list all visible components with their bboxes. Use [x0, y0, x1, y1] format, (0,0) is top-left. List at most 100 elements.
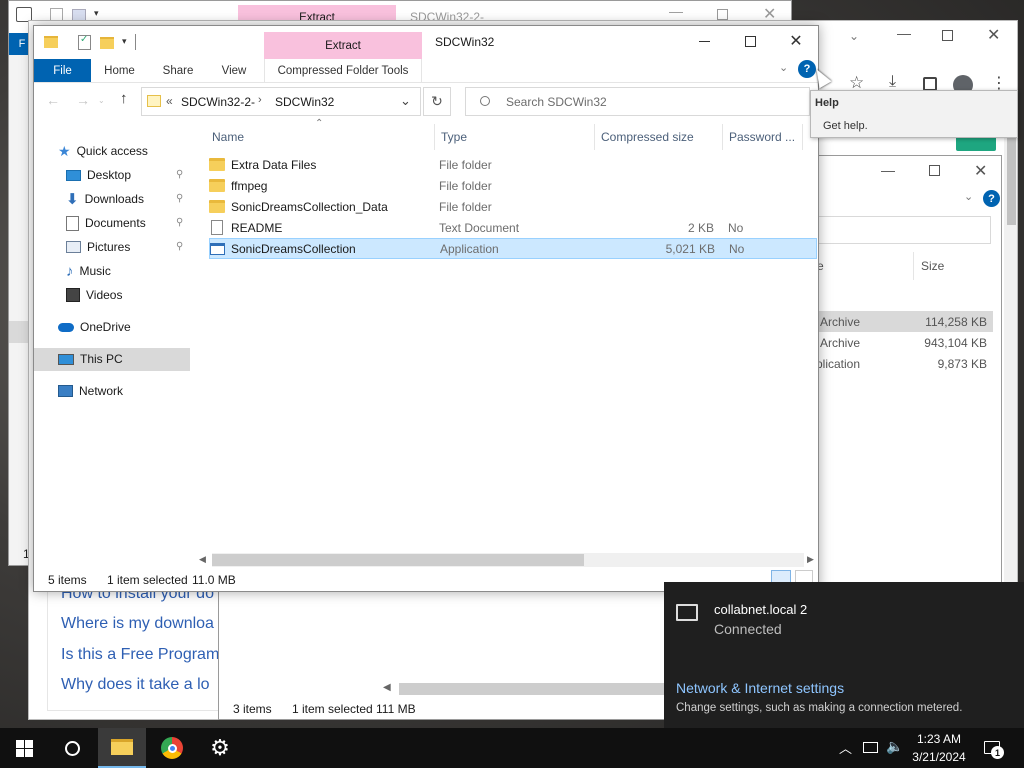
column-divider [434, 124, 435, 150]
settings-taskbar-button[interactable]: ⚙ [196, 728, 244, 768]
network-settings-link[interactable]: Network & Internet settings [676, 680, 844, 696]
nav-label: Quick access [76, 144, 148, 158]
ribbon-tab-share[interactable]: Share [148, 59, 208, 82]
nav-downloads[interactable]: ⬇ Downloads [66, 188, 144, 210]
start-button[interactable] [0, 728, 48, 768]
breadcrumb-sdcwin32[interactable]: SDCWin32 [275, 95, 334, 109]
network-tray-icon[interactable] [863, 742, 878, 753]
pin-icon[interactable]: ⚲ [176, 169, 183, 180]
nav-documents[interactable]: Documents [66, 212, 146, 234]
show-hidden-icons-chevron-icon[interactable]: ︿ [839, 738, 852, 757]
back-maximize-button[interactable] [717, 9, 728, 20]
right-row-3-size: 9,873 KB [937, 357, 987, 371]
horizontal-scrollbar-track[interactable] [212, 553, 804, 567]
customize-toolbar-icon[interactable]: ▾ [122, 36, 127, 47]
breadcrumb-sdcwin32-2[interactable]: SDCWin32-2- [181, 95, 255, 109]
back-minimize-button[interactable]: — [669, 3, 683, 19]
scroll-left-button[interactable]: ◀ [199, 554, 206, 565]
side-panel-icon[interactable] [923, 77, 937, 91]
nav-desktop[interactable]: Desktop [66, 164, 131, 186]
right-close-button[interactable]: ✕ [974, 161, 987, 181]
ribbon-tab-home[interactable]: Home [91, 59, 148, 82]
ribbon-expand-chevron-icon[interactable]: ⌄ [779, 61, 788, 74]
scroll-right-button[interactable]: ▶ [807, 554, 814, 565]
folder-icon [209, 179, 225, 192]
breadcrumb-separator-icon[interactable]: › [258, 94, 262, 106]
clock-time[interactable]: 1:23 AM [910, 732, 968, 746]
right-hscrollbar[interactable] [399, 683, 669, 695]
right-row-1-type: Archive [820, 315, 861, 329]
faq-link-free[interactable]: Is this a Free Program [61, 646, 219, 664]
pin-icon[interactable]: ⚲ [176, 241, 183, 252]
address-dropdown-icon[interactable]: ⌄ [400, 93, 411, 109]
nav-music[interactable]: ♪ Music [66, 260, 111, 282]
maximize-button[interactable] [727, 26, 773, 56]
nav-onedrive[interactable]: OneDrive [58, 316, 131, 338]
horizontal-scrollbar-thumb[interactable] [212, 554, 584, 566]
right-help-icon[interactable]: ? [983, 190, 1000, 207]
right-scroll-left-icon[interactable]: ◀ [383, 682, 391, 693]
file-explorer-taskbar-button[interactable] [98, 728, 146, 768]
minimize-button[interactable] [681, 26, 727, 56]
file-row-readme[interactable]: README Text Document 2 KB No [209, 217, 817, 238]
file-password: No [729, 241, 745, 256]
back-button[interactable]: ← [46, 92, 60, 108]
pin-icon[interactable]: ⚲ [176, 217, 183, 228]
close-button[interactable]: ✕ [773, 26, 818, 56]
right-status-items: 3 items [233, 702, 272, 716]
up-button[interactable]: ↑ [120, 90, 128, 107]
column-header-compressed-size[interactable]: Compressed size [601, 130, 694, 144]
column-header-name[interactable]: Name [212, 130, 244, 144]
nav-this-pc[interactable]: This PC [58, 348, 123, 370]
ribbon-tab-compressed-folder-tools[interactable]: Compressed Folder Tools [264, 59, 422, 82]
ribbon-tab-view[interactable]: View [208, 59, 260, 82]
pin-icon[interactable]: ⚲ [176, 193, 183, 204]
clock-date[interactable]: 3/21/2024 [906, 750, 972, 764]
nav-videos[interactable]: Videos [66, 284, 122, 306]
browser-close-button[interactable]: ✕ [987, 25, 1000, 45]
browser-maximize-button[interactable] [942, 30, 953, 41]
address-overflow[interactable]: « [166, 94, 173, 108]
right-search-box[interactable] [809, 216, 991, 244]
search-taskbar-button[interactable] [48, 728, 96, 768]
download-icon[interactable]: ⤓ [889, 73, 896, 91]
ribbon-tab-file[interactable]: File [34, 59, 91, 82]
nav-pictures[interactable]: Pictures [66, 236, 130, 258]
action-center-button[interactable]: 1 [980, 728, 1024, 768]
address-bar[interactable]: « SDCWin32-2- › SDCWin32 ⌄ [141, 87, 421, 116]
nav-network[interactable]: Network [58, 380, 123, 402]
properties-icon[interactable]: ✓ [78, 34, 91, 50]
network-status-icon [676, 604, 698, 621]
new-folder-icon[interactable] [100, 37, 114, 49]
volume-muted-icon[interactable]: 🔈 [886, 738, 903, 755]
faq-link-time[interactable]: Why does it take a lo [61, 676, 210, 694]
network-name[interactable]: collabnet.local 2 [714, 602, 807, 617]
right-column-header-size[interactable]: Size [921, 259, 944, 273]
column-header-type[interactable]: Type [441, 130, 467, 144]
file-row-sonicdreamscollection-data[interactable]: SonicDreamsCollection_Data File folder [209, 196, 817, 217]
nav-label: This PC [80, 352, 123, 366]
back-dropdown-icon[interactable]: ▾ [94, 8, 99, 19]
status-items: 5 items [48, 573, 87, 587]
right-maximize-button[interactable] [929, 165, 940, 176]
faq-link-download[interactable]: Where is my downloa [61, 615, 214, 633]
column-header-password[interactable]: Password ... [729, 130, 795, 144]
refresh-button[interactable]: ↻ [423, 87, 451, 116]
browser-dropdown-icon[interactable]: ⌄ [849, 29, 859, 43]
folder-icon [209, 158, 225, 171]
chrome-taskbar-button[interactable] [148, 728, 196, 768]
right-ribbon-chevron-icon[interactable]: ⌄ [964, 190, 973, 203]
nav-quick-access[interactable]: ★ Quick access [58, 140, 148, 162]
recent-locations-icon[interactable]: ⌄ [98, 96, 105, 105]
file-row-extra-data-files[interactable]: Extra Data Files File folder [209, 154, 817, 175]
forward-button[interactable]: → [76, 92, 90, 108]
browser-scrollbar-thumb[interactable] [1007, 135, 1016, 225]
context-tab-extract[interactable]: Extract [264, 32, 422, 59]
right-minimize-button[interactable]: — [881, 162, 895, 178]
file-name: SonicDreamsCollection [231, 241, 356, 256]
file-row-sonicdreamscollection[interactable]: SonicDreamsCollection Application 5,021 … [209, 238, 817, 259]
right-status-selected: 1 item selected [292, 702, 373, 716]
file-row-ffmpeg[interactable]: ffmpeg File folder [209, 175, 817, 196]
browser-minimize-button[interactable]: — [897, 25, 911, 41]
search-box[interactable]: Search SDCWin32 [465, 87, 810, 116]
